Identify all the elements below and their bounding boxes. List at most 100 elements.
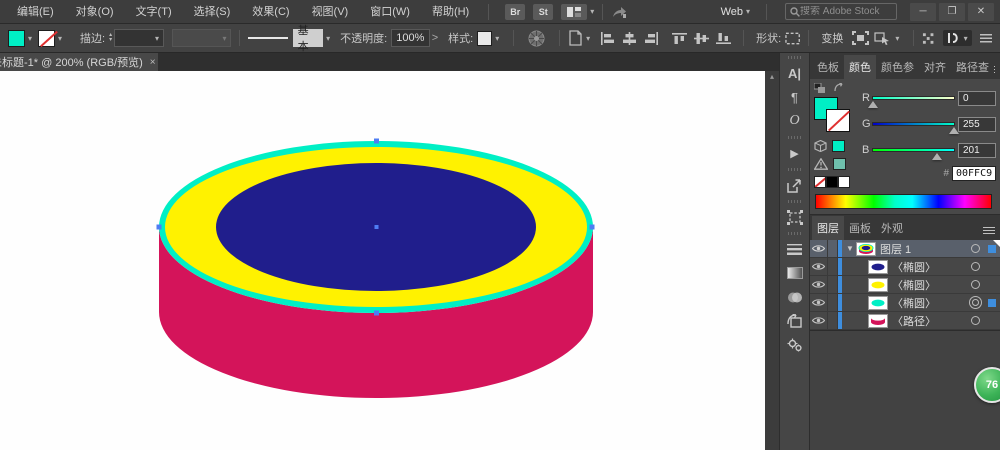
white-swatch[interactable]: [838, 176, 850, 188]
select-similar-dropdown[interactable]: ▾: [874, 31, 899, 45]
dots-grid-icon[interactable]: [922, 32, 934, 45]
menu-effect[interactable]: 效果(C): [241, 0, 300, 24]
anchor-left[interactable]: [157, 225, 162, 230]
gradient-panel-icon[interactable]: [783, 262, 807, 284]
opacity-more-button[interactable]: >: [432, 32, 438, 44]
export-panel-icon[interactable]: [783, 174, 807, 196]
object-name[interactable]: 〈椭圆〉: [892, 295, 972, 311]
lock-cell[interactable]: [828, 240, 838, 257]
blue-slider-handle[interactable]: [932, 153, 942, 160]
variable-width-profile-dropdown[interactable]: ▾: [172, 29, 231, 47]
color-spectrum-bar[interactable]: [815, 194, 992, 209]
style-swatch[interactable]: [477, 31, 492, 46]
isolate-selected-object-button[interactable]: [852, 31, 869, 45]
tab-color[interactable]: 颜色: [844, 55, 876, 79]
menu-help[interactable]: 帮助(H): [421, 0, 480, 24]
panel-grip[interactable]: [788, 136, 802, 139]
artboard-canvas[interactable]: [0, 71, 765, 450]
transform-button[interactable]: 变换: [821, 30, 843, 46]
anchor-top[interactable]: [374, 139, 379, 144]
tab-color-guide[interactable]: 颜色参: [876, 55, 919, 79]
menu-select[interactable]: 选择(S): [183, 0, 242, 24]
automation-panel-icon[interactable]: [783, 334, 807, 356]
vertical-scrollbar[interactable]: ▴: [765, 71, 779, 450]
object-thumbnail[interactable]: [868, 260, 888, 274]
visibility-eye-icon[interactable]: [810, 294, 828, 311]
symbols-panel-icon[interactable]: [783, 310, 807, 332]
menu-view[interactable]: 视图(V): [301, 0, 360, 24]
red-value-field[interactable]: 0: [958, 91, 996, 106]
visibility-eye-icon[interactable]: [810, 276, 828, 293]
chevron-down-icon[interactable]: ▾: [495, 34, 499, 43]
anchor-bottom[interactable]: [374, 311, 379, 316]
stroke-weight-stepper[interactable]: ▴▾: [109, 33, 112, 43]
layer-thumbnail[interactable]: [856, 242, 876, 256]
object-thumbnail[interactable]: [868, 314, 888, 328]
tab-pathfinder[interactable]: 路径查: [951, 55, 994, 79]
scroll-up-icon[interactable]: ▴: [770, 71, 774, 83]
panel-grip[interactable]: [788, 56, 802, 59]
visibility-eye-icon[interactable]: [810, 240, 828, 257]
close-button[interactable]: ✕: [968, 3, 994, 21]
paragraph-panel-icon[interactable]: ¶: [783, 86, 807, 108]
selection-square[interactable]: [988, 245, 996, 253]
panel-grip[interactable]: [788, 200, 802, 203]
red-slider-handle[interactable]: [868, 101, 878, 108]
opentype-panel-icon[interactable]: O: [783, 110, 807, 132]
document-setup-button[interactable]: ▾: [568, 30, 590, 46]
object-name[interactable]: 〈路径〉: [892, 313, 971, 329]
tab-artboards[interactable]: 画板: [844, 216, 876, 240]
shape-widget-icon[interactable]: [785, 32, 800, 45]
fill-color-swatch[interactable]: [8, 30, 25, 47]
actions-panel-icon[interactable]: ▶: [783, 142, 807, 164]
lock-cell[interactable]: [828, 276, 838, 293]
mini-fill-stroke-icon[interactable]: [814, 83, 825, 93]
share-icon[interactable]: [611, 5, 627, 19]
fill-color-control[interactable]: ▾: [8, 30, 32, 47]
stroke-swatch-none[interactable]: [826, 109, 850, 132]
target-circle-targeted-icon[interactable]: [972, 299, 979, 306]
tab-layers[interactable]: 图层: [812, 216, 844, 240]
closest-web-color-swatch[interactable]: [832, 140, 845, 152]
layer-row-layer1[interactable]: ▼ 图层 1: [810, 240, 1000, 258]
tab-swatches[interactable]: 色板: [812, 55, 844, 79]
brush-definition-dropdown[interactable]: 基本 ▾: [248, 29, 330, 47]
hex-value-field[interactable]: 00FFC9: [952, 166, 996, 181]
visibility-eye-icon[interactable]: [810, 258, 828, 275]
target-circle-icon[interactable]: [971, 280, 980, 289]
bridge-button[interactable]: Br: [505, 4, 525, 20]
restore-button[interactable]: ❐: [939, 3, 965, 21]
align-top-icon[interactable]: [672, 32, 687, 45]
green-slider-handle[interactable]: [949, 127, 959, 134]
swap-fill-stroke-icon[interactable]: [833, 83, 845, 93]
expand-chevron-icon[interactable]: ▼: [844, 244, 856, 253]
chevron-down-icon[interactable]: ▾: [28, 34, 32, 43]
control-bar-menu-icon[interactable]: [980, 34, 992, 43]
chevron-down-icon[interactable]: ▾: [590, 7, 594, 16]
align-v-center-icon[interactable]: [694, 32, 709, 45]
panel-grip[interactable]: [788, 232, 802, 235]
character-panel-icon[interactable]: A|: [783, 62, 807, 84]
lock-cell[interactable]: [828, 294, 838, 311]
stock-button[interactable]: St: [533, 4, 553, 20]
object-thumbnail[interactable]: [868, 278, 888, 292]
target-circle-icon[interactable]: [971, 244, 980, 253]
opacity-field[interactable]: 100%: [391, 29, 430, 47]
menu-type[interactable]: 文字(T): [125, 0, 183, 24]
selection-square[interactable]: [988, 299, 996, 307]
arrange-documents-button[interactable]: [561, 4, 587, 20]
menu-window[interactable]: 窗口(W): [359, 0, 421, 24]
chevron-down-icon[interactable]: ▾: [895, 34, 899, 43]
recolor-artwork-button[interactable]: [528, 30, 545, 47]
target-circle-icon[interactable]: [971, 316, 980, 325]
artboards-panel-icon[interactable]: [783, 206, 807, 228]
out-of-web-warning[interactable]: [814, 138, 860, 153]
align-left-icon[interactable]: [600, 32, 615, 45]
minimize-button[interactable]: ─: [910, 3, 936, 21]
chevron-down-icon[interactable]: ▾: [586, 34, 590, 43]
layer-name[interactable]: 图层 1: [880, 241, 971, 257]
chevron-down-icon[interactable]: ▾: [326, 34, 330, 43]
panel-menu-icon[interactable]: [983, 227, 995, 234]
document-tab[interactable]: 未标题-1* @ 200% (RGB/预览) ×: [0, 53, 158, 71]
visibility-eye-icon[interactable]: [810, 312, 828, 329]
